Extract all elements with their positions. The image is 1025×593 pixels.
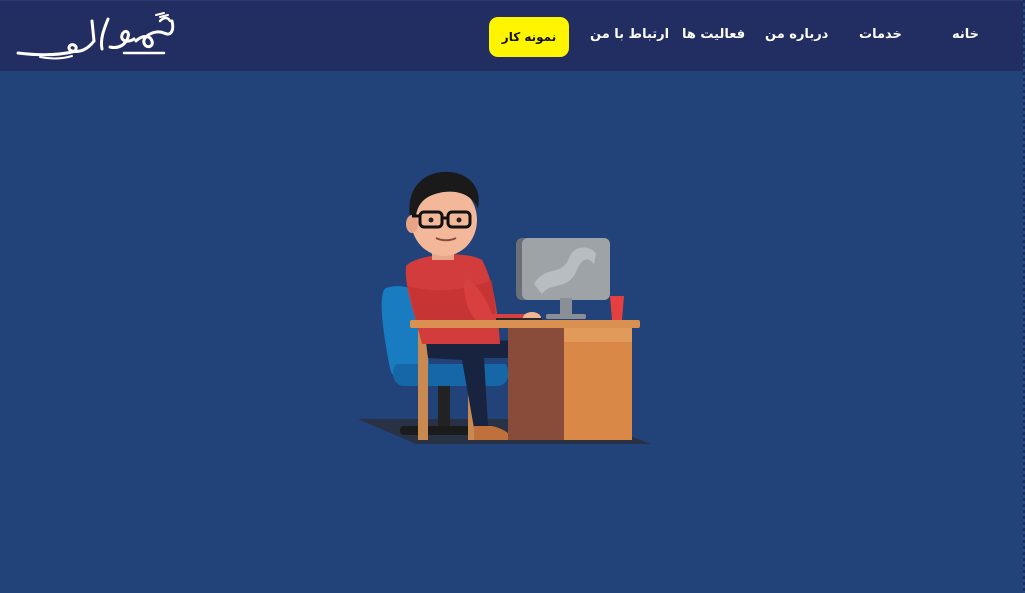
desk-drawer-shadow	[508, 328, 568, 440]
developer-at-desk-illustration	[358, 171, 651, 444]
monitor-stand	[560, 298, 572, 316]
navbar: خانه خدمات درباره من فعالیت ها ارتباط با…	[0, 0, 1025, 71]
nav-item-home[interactable]: خانه	[952, 27, 979, 42]
person-ear	[406, 215, 418, 233]
page: خانه خدمات درباره من فعالیت ها ارتباط با…	[0, 0, 1025, 593]
chair-pole	[438, 386, 450, 426]
desk-top	[410, 320, 640, 328]
portfolio-button[interactable]: نمونه کار	[489, 17, 569, 57]
chair-seat	[393, 364, 509, 386]
desk-drawer-panel	[564, 328, 632, 342]
nav-item-about[interactable]: درباره من	[765, 27, 828, 42]
signature-logo[interactable]	[14, 9, 182, 65]
red-cup	[610, 296, 624, 320]
nav-item-services[interactable]: خدمات	[859, 27, 902, 42]
nav-item-activities[interactable]: فعالیت ها	[682, 27, 745, 42]
monitor-foot	[546, 314, 586, 319]
desk-drawer	[564, 328, 632, 440]
nav-item-contact[interactable]: ارتباط با من	[590, 27, 669, 42]
